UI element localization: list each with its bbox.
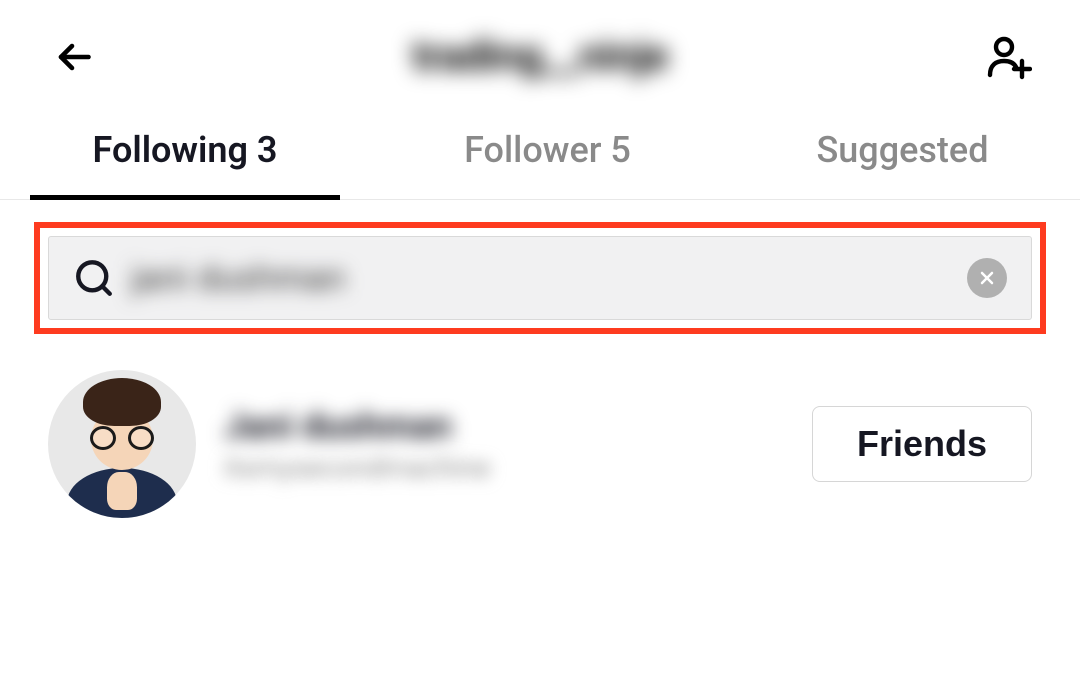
header: trading__ninje — [0, 0, 1080, 109]
tab-following[interactable]: Following 3 — [0, 109, 370, 199]
tab-suggested[interactable]: Suggested — [725, 109, 1080, 199]
tab-follower[interactable]: Follower 5 — [370, 109, 725, 199]
close-icon — [977, 268, 997, 288]
avatar[interactable] — [48, 370, 196, 518]
search-box[interactable] — [48, 236, 1032, 320]
arrow-left-icon — [50, 35, 94, 79]
page-title: trading__ninje — [412, 32, 668, 81]
search-input[interactable] — [131, 257, 951, 299]
clear-search-button[interactable] — [967, 258, 1007, 298]
user-name: Jani dushman — [224, 405, 784, 447]
add-user-button[interactable] — [984, 33, 1032, 81]
search-icon — [73, 257, 115, 299]
user-handle: itsmysecondmachine — [224, 451, 784, 484]
list-item[interactable]: Jani dushman itsmysecondmachine Friends — [48, 358, 1032, 530]
add-user-icon — [984, 33, 1032, 81]
back-button[interactable] — [48, 33, 96, 81]
friends-button[interactable]: Friends — [812, 406, 1032, 482]
result-list: Jani dushman itsmysecondmachine Friends — [0, 334, 1080, 554]
tabs: Following 3 Follower 5 Suggested — [0, 109, 1080, 200]
user-info: Jani dushman itsmysecondmachine — [224, 405, 784, 484]
search-highlight-box — [34, 222, 1046, 334]
